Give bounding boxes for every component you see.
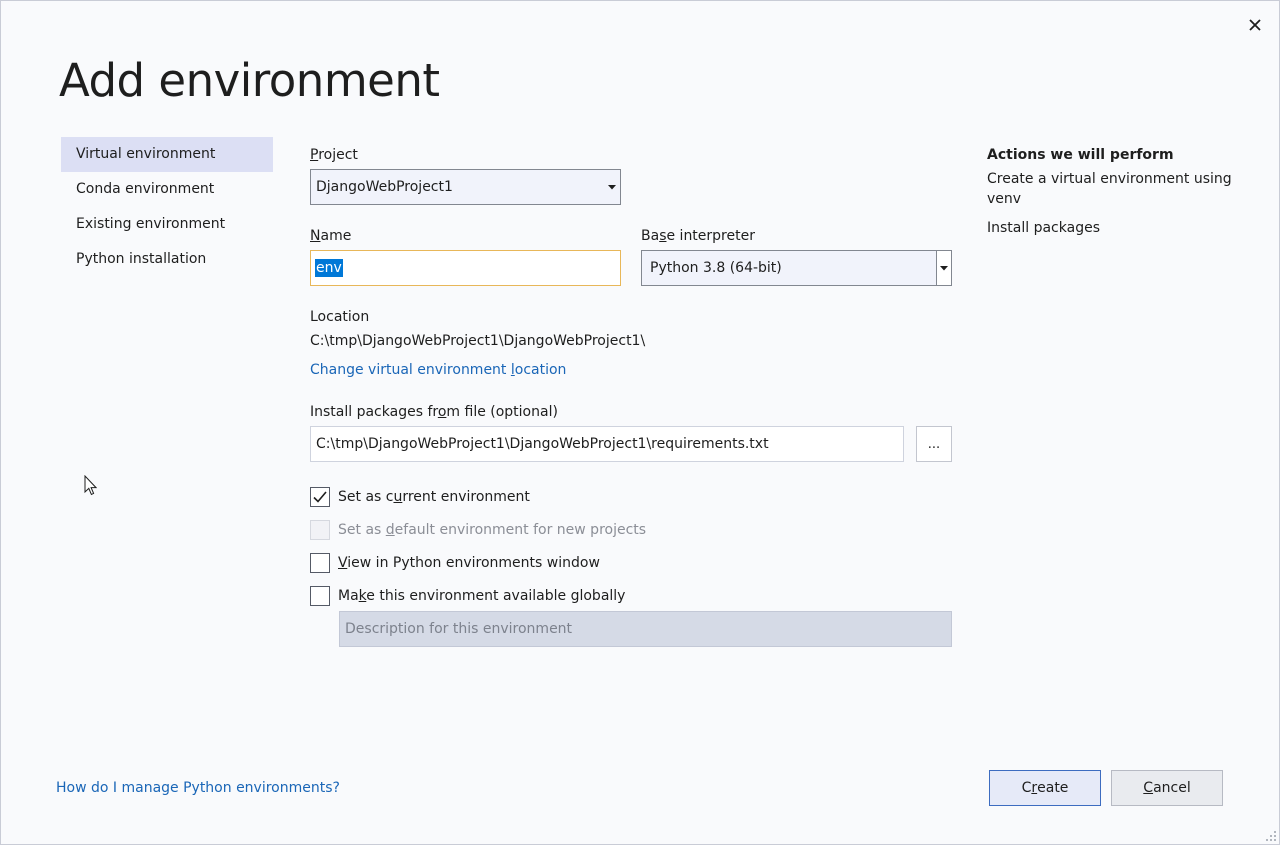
set-default-row: Set as default environment for new proje… <box>310 520 646 540</box>
set-default-label-access-key: d <box>385 522 395 538</box>
base-interpreter-value: Python 3.8 (64-bit) <box>642 251 936 285</box>
set-current-row: Set as current environment <box>310 487 530 507</box>
base-interpreter-label-pre: Ba <box>641 228 660 244</box>
cancel-button[interactable]: Cancel <box>1111 770 1223 806</box>
actions-panel: Actions we will perform Create a virtual… <box>987 147 1247 247</box>
change-location-link-pre: Change virtual environment <box>310 362 511 378</box>
action-item: Install packages <box>987 220 1100 236</box>
make-global-checkbox[interactable] <box>310 586 330 606</box>
nav-item-conda-environment[interactable]: Conda environment <box>61 172 273 207</box>
action-item: Create a virtual environment using venv <box>987 171 1232 207</box>
view-in-window-row: View in Python environments window <box>310 553 600 573</box>
description-placeholder: Description for this environment <box>345 621 573 637</box>
cancel-button-post: ancel <box>1153 780 1191 796</box>
help-link[interactable]: How do I manage Python environments? <box>56 780 340 796</box>
actions-heading: Actions we will perform <box>987 147 1174 163</box>
browse-button[interactable]: ... <box>916 426 952 462</box>
close-icon <box>1249 19 1261 31</box>
packages-file-value: C:\tmp\DjangoWebProject1\DjangoWebProjec… <box>316 436 769 452</box>
project-dropdown-value: DjangoWebProject1 <box>316 179 453 195</box>
close-button[interactable] <box>1244 14 1266 36</box>
change-location-link[interactable]: Change virtual environment location <box>310 362 566 378</box>
resize-grip-icon[interactable] <box>1263 828 1277 842</box>
name-label-text: ame <box>320 228 352 244</box>
create-button[interactable]: Cr eate <box>989 770 1101 806</box>
set-default-checkbox <box>310 520 330 540</box>
project-label-text: roject <box>318 147 358 163</box>
project-label-access-key: P <box>310 147 319 163</box>
packages-label-post: m file (optional) <box>446 404 558 420</box>
set-current-label-access-key: u <box>393 489 403 505</box>
set-current-label: Set as current environment <box>338 489 530 505</box>
set-current-label-pre: Set as c <box>338 489 394 505</box>
make-global-label: Make this environment available globally <box>338 588 625 604</box>
packages-file-input[interactable]: C:\tmp\DjangoWebProject1\DjangoWebProjec… <box>310 426 904 462</box>
nav-item-existing-environment[interactable]: Existing environment <box>61 207 273 242</box>
dialog-title: Add environment <box>59 54 440 107</box>
set-current-checkbox[interactable] <box>310 487 330 507</box>
mouse-pointer-icon <box>84 475 97 496</box>
view-in-window-checkbox[interactable] <box>310 553 330 573</box>
description-input: Description for this environment <box>339 611 952 647</box>
checkmark-icon <box>313 491 327 503</box>
base-interpreter-label-post: e interpreter <box>666 228 755 244</box>
nav-item-virtual-environment[interactable]: Virtual environment <box>61 137 273 172</box>
add-environment-dialog: Add environment Virtual environment Cond… <box>0 0 1280 845</box>
set-default-label: Set as default environment for new proje… <box>338 522 646 538</box>
set-current-label-post: rrent environment <box>402 489 530 505</box>
location-value: C:\tmp\DjangoWebProject1\DjangoWebProjec… <box>310 333 646 349</box>
view-in-window-label-access-key: V <box>338 555 348 571</box>
name-input[interactable]: env <box>310 250 621 286</box>
base-interpreter-label: Base interpreter <box>641 228 755 244</box>
set-default-label-post: efault environment for new projects <box>394 522 647 538</box>
cancel-button-access-key: C <box>1143 780 1154 796</box>
make-global-row: Make this environment available globally <box>310 586 625 606</box>
chevron-down-icon <box>936 251 951 285</box>
name-label-access-key: N <box>310 228 321 244</box>
project-label: Project <box>310 147 358 163</box>
name-input-value: env <box>315 259 343 277</box>
nav-item-python-installation[interactable]: Python installation <box>61 242 273 277</box>
name-label: Name <box>310 228 351 244</box>
view-in-window-label-post: iew in Python environments window <box>347 555 600 571</box>
base-interpreter-dropdown[interactable]: Python 3.8 (64-bit) <box>641 250 952 286</box>
environment-type-nav: Virtual environment Conda environment Ex… <box>61 137 273 277</box>
create-button-pre: C <box>1021 780 1032 796</box>
project-dropdown[interactable]: DjangoWebProject1 <box>310 169 621 205</box>
set-default-label-pre: Set as <box>338 522 386 538</box>
chevron-down-icon <box>604 170 620 204</box>
view-in-window-label: View in Python environments window <box>338 555 600 571</box>
packages-label: Install packages from file (optional) <box>310 404 558 420</box>
create-button-post: eate <box>1037 780 1069 796</box>
make-global-label-pre: Ma <box>338 588 359 604</box>
make-global-label-post: e this environment available globally <box>366 588 626 604</box>
change-location-link-post: ocation <box>514 362 567 378</box>
packages-label-pre: Install packages fr <box>310 404 438 420</box>
location-label: Location <box>310 309 370 325</box>
